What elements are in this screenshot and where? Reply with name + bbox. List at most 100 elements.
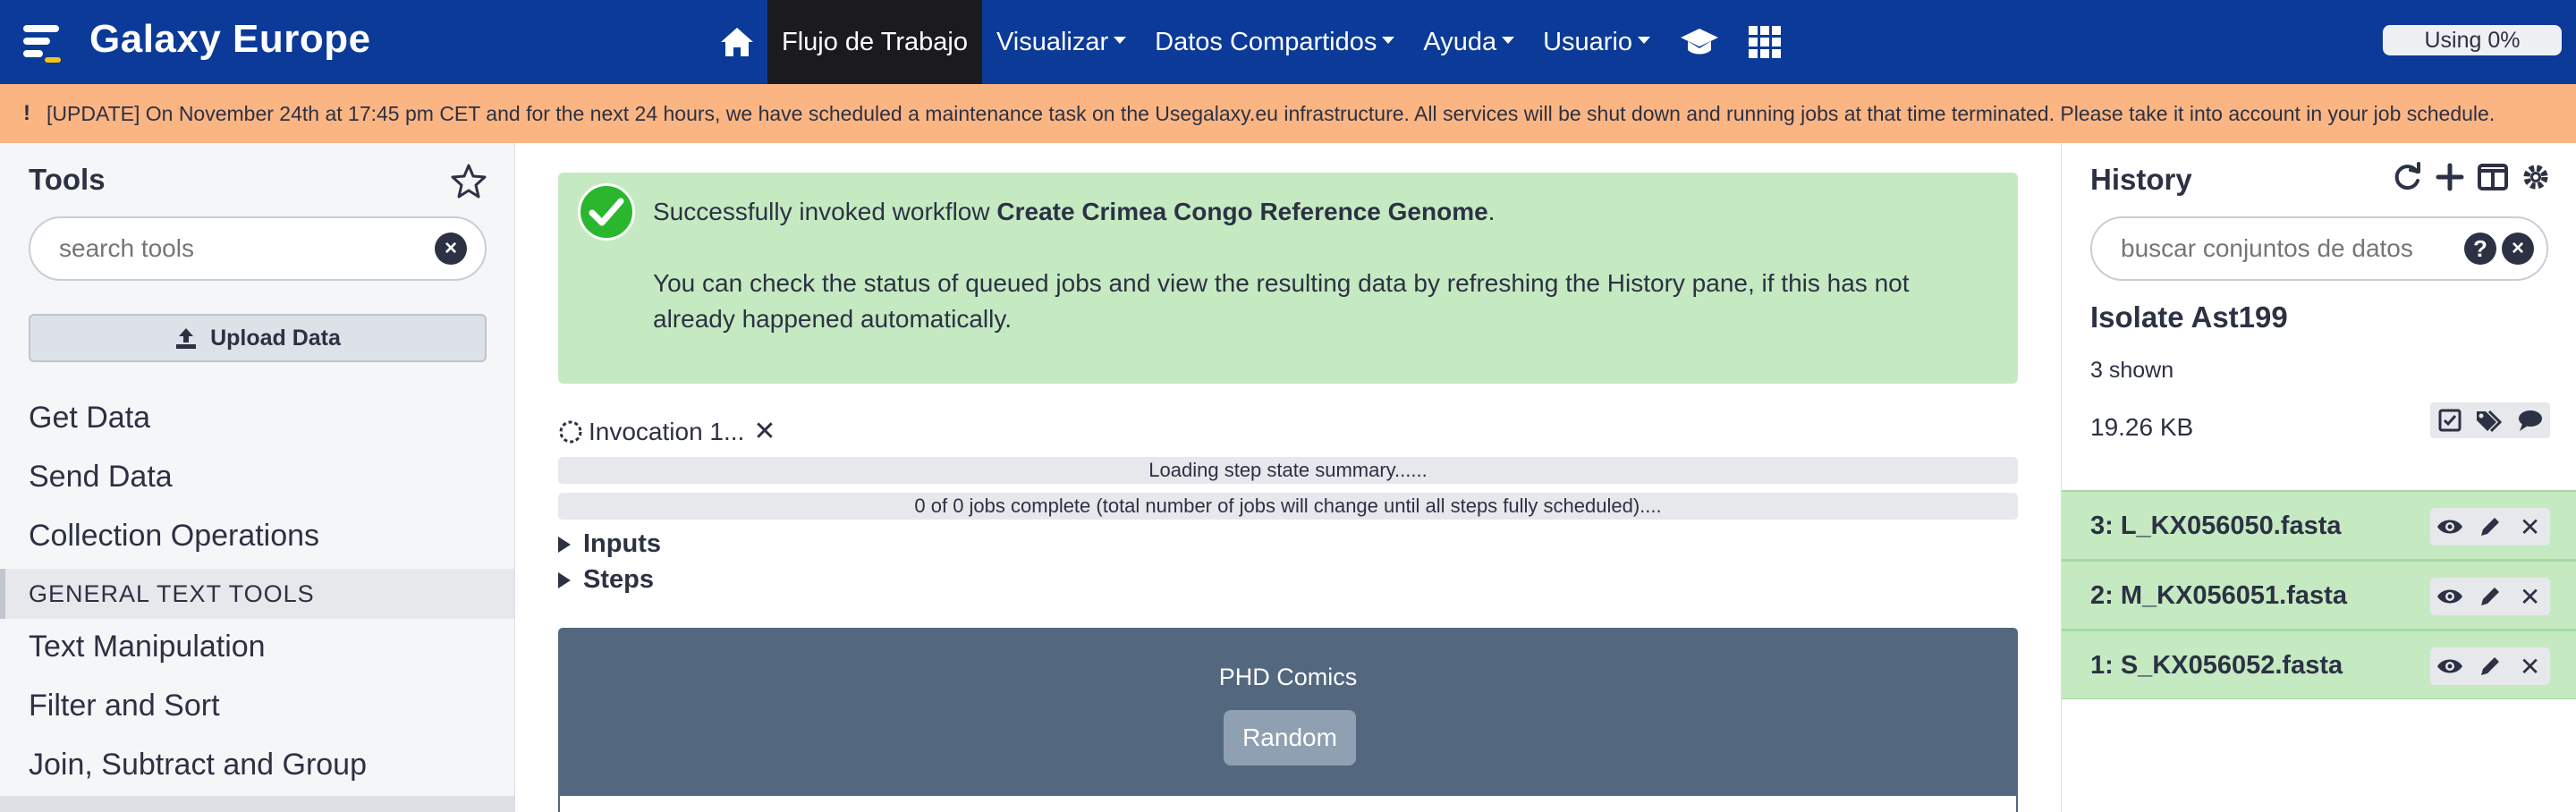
tags-icon[interactable] <box>2472 402 2508 438</box>
delete-icon[interactable]: ✕ <box>2512 509 2548 545</box>
triangle-right-icon <box>558 536 571 553</box>
dataset-name[interactable]: 3: L_KX056050.fasta <box>2090 512 2342 541</box>
eye-icon[interactable] <box>2432 648 2468 684</box>
plus-icon[interactable] <box>2434 161 2466 193</box>
upload-icon <box>176 328 197 349</box>
tool-panel: Tools × Upload Data Get Data Send Data C… <box>0 143 515 812</box>
history-search: ? × <box>2090 216 2548 281</box>
dataset-name[interactable]: 1: S_KX056052.fasta <box>2090 651 2343 681</box>
success-detail: You can check the status of queued jobs … <box>653 269 1910 333</box>
tool-search-input[interactable] <box>30 218 485 279</box>
history-toolbar <box>2391 161 2552 193</box>
invocation-tab[interactable]: Invocation 1... ✕ <box>558 416 775 447</box>
close-icon[interactable]: ✕ <box>753 416 775 447</box>
success-message: Successfully invoked workflow Create Cri… <box>653 198 1495 226</box>
star-icon[interactable] <box>451 163 487 199</box>
tools-title: Tools <box>29 163 106 196</box>
nav-visualize[interactable]: Visualizar <box>982 0 1140 84</box>
exclamation-icon: ! <box>23 101 30 125</box>
success-suffix: . <box>1487 198 1496 225</box>
nav-help[interactable]: Ayuda <box>1409 0 1529 84</box>
masthead: Galaxy Europe Flujo de Trabajo Visualiza… <box>0 0 2576 84</box>
tool-section-next <box>0 796 514 812</box>
clear-search-icon[interactable]: × <box>2502 233 2534 265</box>
nav-visualize-label: Visualizar <box>996 27 1109 56</box>
workflow-name: Create Crimea Congo Reference Genome <box>996 198 1488 225</box>
invocation-label: Invocation 1... <box>589 417 745 445</box>
clear-search-icon[interactable]: × <box>435 233 467 265</box>
tool-search: × <box>29 216 487 281</box>
main-nav: Flujo de Trabajo Visualizar Datos Compar… <box>707 0 1795 84</box>
grid-icon[interactable] <box>1734 0 1795 84</box>
upload-data-label: Upload Data <box>210 325 341 351</box>
home-icon[interactable] <box>707 0 767 84</box>
nav-workflow[interactable]: Flujo de Trabajo <box>767 0 982 84</box>
phd-comics-panel: PHD Comics Random <box>558 628 2018 812</box>
dataset-actions: ✕ <box>2430 578 2550 615</box>
random-comic-button[interactable]: Random <box>1224 710 1356 765</box>
dataset-item[interactable]: 1: S_KX056052.fasta ✕ <box>2062 630 2576 699</box>
check-icon <box>578 183 635 241</box>
triangle-right-icon <box>558 571 571 588</box>
delete-icon[interactable]: ✕ <box>2512 648 2548 684</box>
tool-section-collection-operations[interactable]: Collection Operations <box>29 519 319 554</box>
caret-down-icon <box>1638 37 1651 44</box>
pencil-icon[interactable] <box>2472 509 2508 545</box>
caret-down-icon <box>1502 37 1515 44</box>
dataset-item[interactable]: 3: L_KX056050.fasta ✕ <box>2062 490 2576 560</box>
nav-user-label: Usuario <box>1543 27 1633 56</box>
tool-section-get-data[interactable]: Get Data <box>29 401 150 436</box>
pencil-icon[interactable] <box>2472 648 2508 684</box>
history-title: History <box>2090 163 2192 196</box>
graduation-cap-icon[interactable] <box>1665 0 1734 84</box>
dataset-name[interactable]: 2: M_KX056051.fasta <box>2090 581 2347 611</box>
steps-label: Steps <box>583 565 654 594</box>
refresh-icon[interactable] <box>2391 161 2423 193</box>
eye-icon[interactable] <box>2432 579 2468 614</box>
comic-image-area <box>560 796 2016 812</box>
tool-label-general-text: GENERAL TEXT TOOLS <box>0 569 514 619</box>
upload-data-button[interactable]: Upload Data <box>29 314 487 362</box>
quota-meter[interactable]: Using 0% <box>2383 25 2562 55</box>
caret-down-icon <box>1382 37 1395 44</box>
help-icon[interactable]: ? <box>2464 233 2496 265</box>
tool-section-send-data[interactable]: Send Data <box>29 460 173 495</box>
nav-shared-data-label: Datos Compartidos <box>1155 27 1377 56</box>
maintenance-banner: ! [UPDATE] On November 24th at 17:45 pm … <box>0 84 2576 143</box>
spinner-icon <box>559 420 582 443</box>
delete-icon[interactable]: ✕ <box>2512 579 2548 614</box>
history-name[interactable]: Isolate Ast199 <box>2090 300 2288 334</box>
caret-down-icon <box>1114 37 1127 44</box>
tool-section-join-subtract-group[interactable]: Join, Subtract and Group <box>29 748 367 782</box>
nav-help-label: Ayuda <box>1423 27 1497 56</box>
nav-user[interactable]: Usuario <box>1529 0 1665 84</box>
galaxy-logo-icon[interactable] <box>23 21 66 64</box>
center-panel: Successfully invoked workflow Create Cri… <box>515 143 2061 812</box>
dataset-item[interactable]: 2: M_KX056051.fasta ✕ <box>2062 560 2576 630</box>
pencil-icon[interactable] <box>2472 579 2508 614</box>
brand-title[interactable]: Galaxy Europe <box>89 16 371 63</box>
comics-title: PHD Comics <box>1218 664 1358 690</box>
inputs-toggle[interactable]: Inputs <box>558 529 661 559</box>
nav-workflow-label: Flujo de Trabajo <box>782 27 968 56</box>
success-alert: Successfully invoked workflow Create Cri… <box>558 173 2018 384</box>
eye-icon[interactable] <box>2432 509 2468 545</box>
tool-section-filter-sort[interactable]: Filter and Sort <box>29 689 220 723</box>
banner-text: [UPDATE] On November 24th at 17:45 pm CE… <box>47 101 2496 125</box>
tool-section-text-manipulation[interactable]: Text Manipulation <box>29 630 266 664</box>
inputs-label: Inputs <box>583 529 661 558</box>
dataset-actions: ✕ <box>2430 647 2550 685</box>
history-panel: History ? × Isolate Ast199 3 shown 19.26… <box>2061 143 2576 812</box>
columns-icon[interactable] <box>2477 161 2509 193</box>
gear-icon[interactable] <box>2520 161 2552 193</box>
history-actions <box>2430 402 2550 438</box>
history-size: 19.26 KB <box>2090 413 2194 441</box>
step-state-progress: Loading step state summary...... <box>558 457 2018 484</box>
nav-shared-data[interactable]: Datos Compartidos <box>1140 0 1409 84</box>
check-square-icon[interactable] <box>2432 402 2468 438</box>
jobs-progress: 0 of 0 jobs complete (total number of jo… <box>558 493 2018 520</box>
comment-icon[interactable] <box>2512 402 2548 438</box>
dataset-actions: ✕ <box>2430 508 2550 546</box>
steps-toggle[interactable]: Steps <box>558 565 654 595</box>
history-shown-count: 3 shown <box>2090 358 2174 383</box>
